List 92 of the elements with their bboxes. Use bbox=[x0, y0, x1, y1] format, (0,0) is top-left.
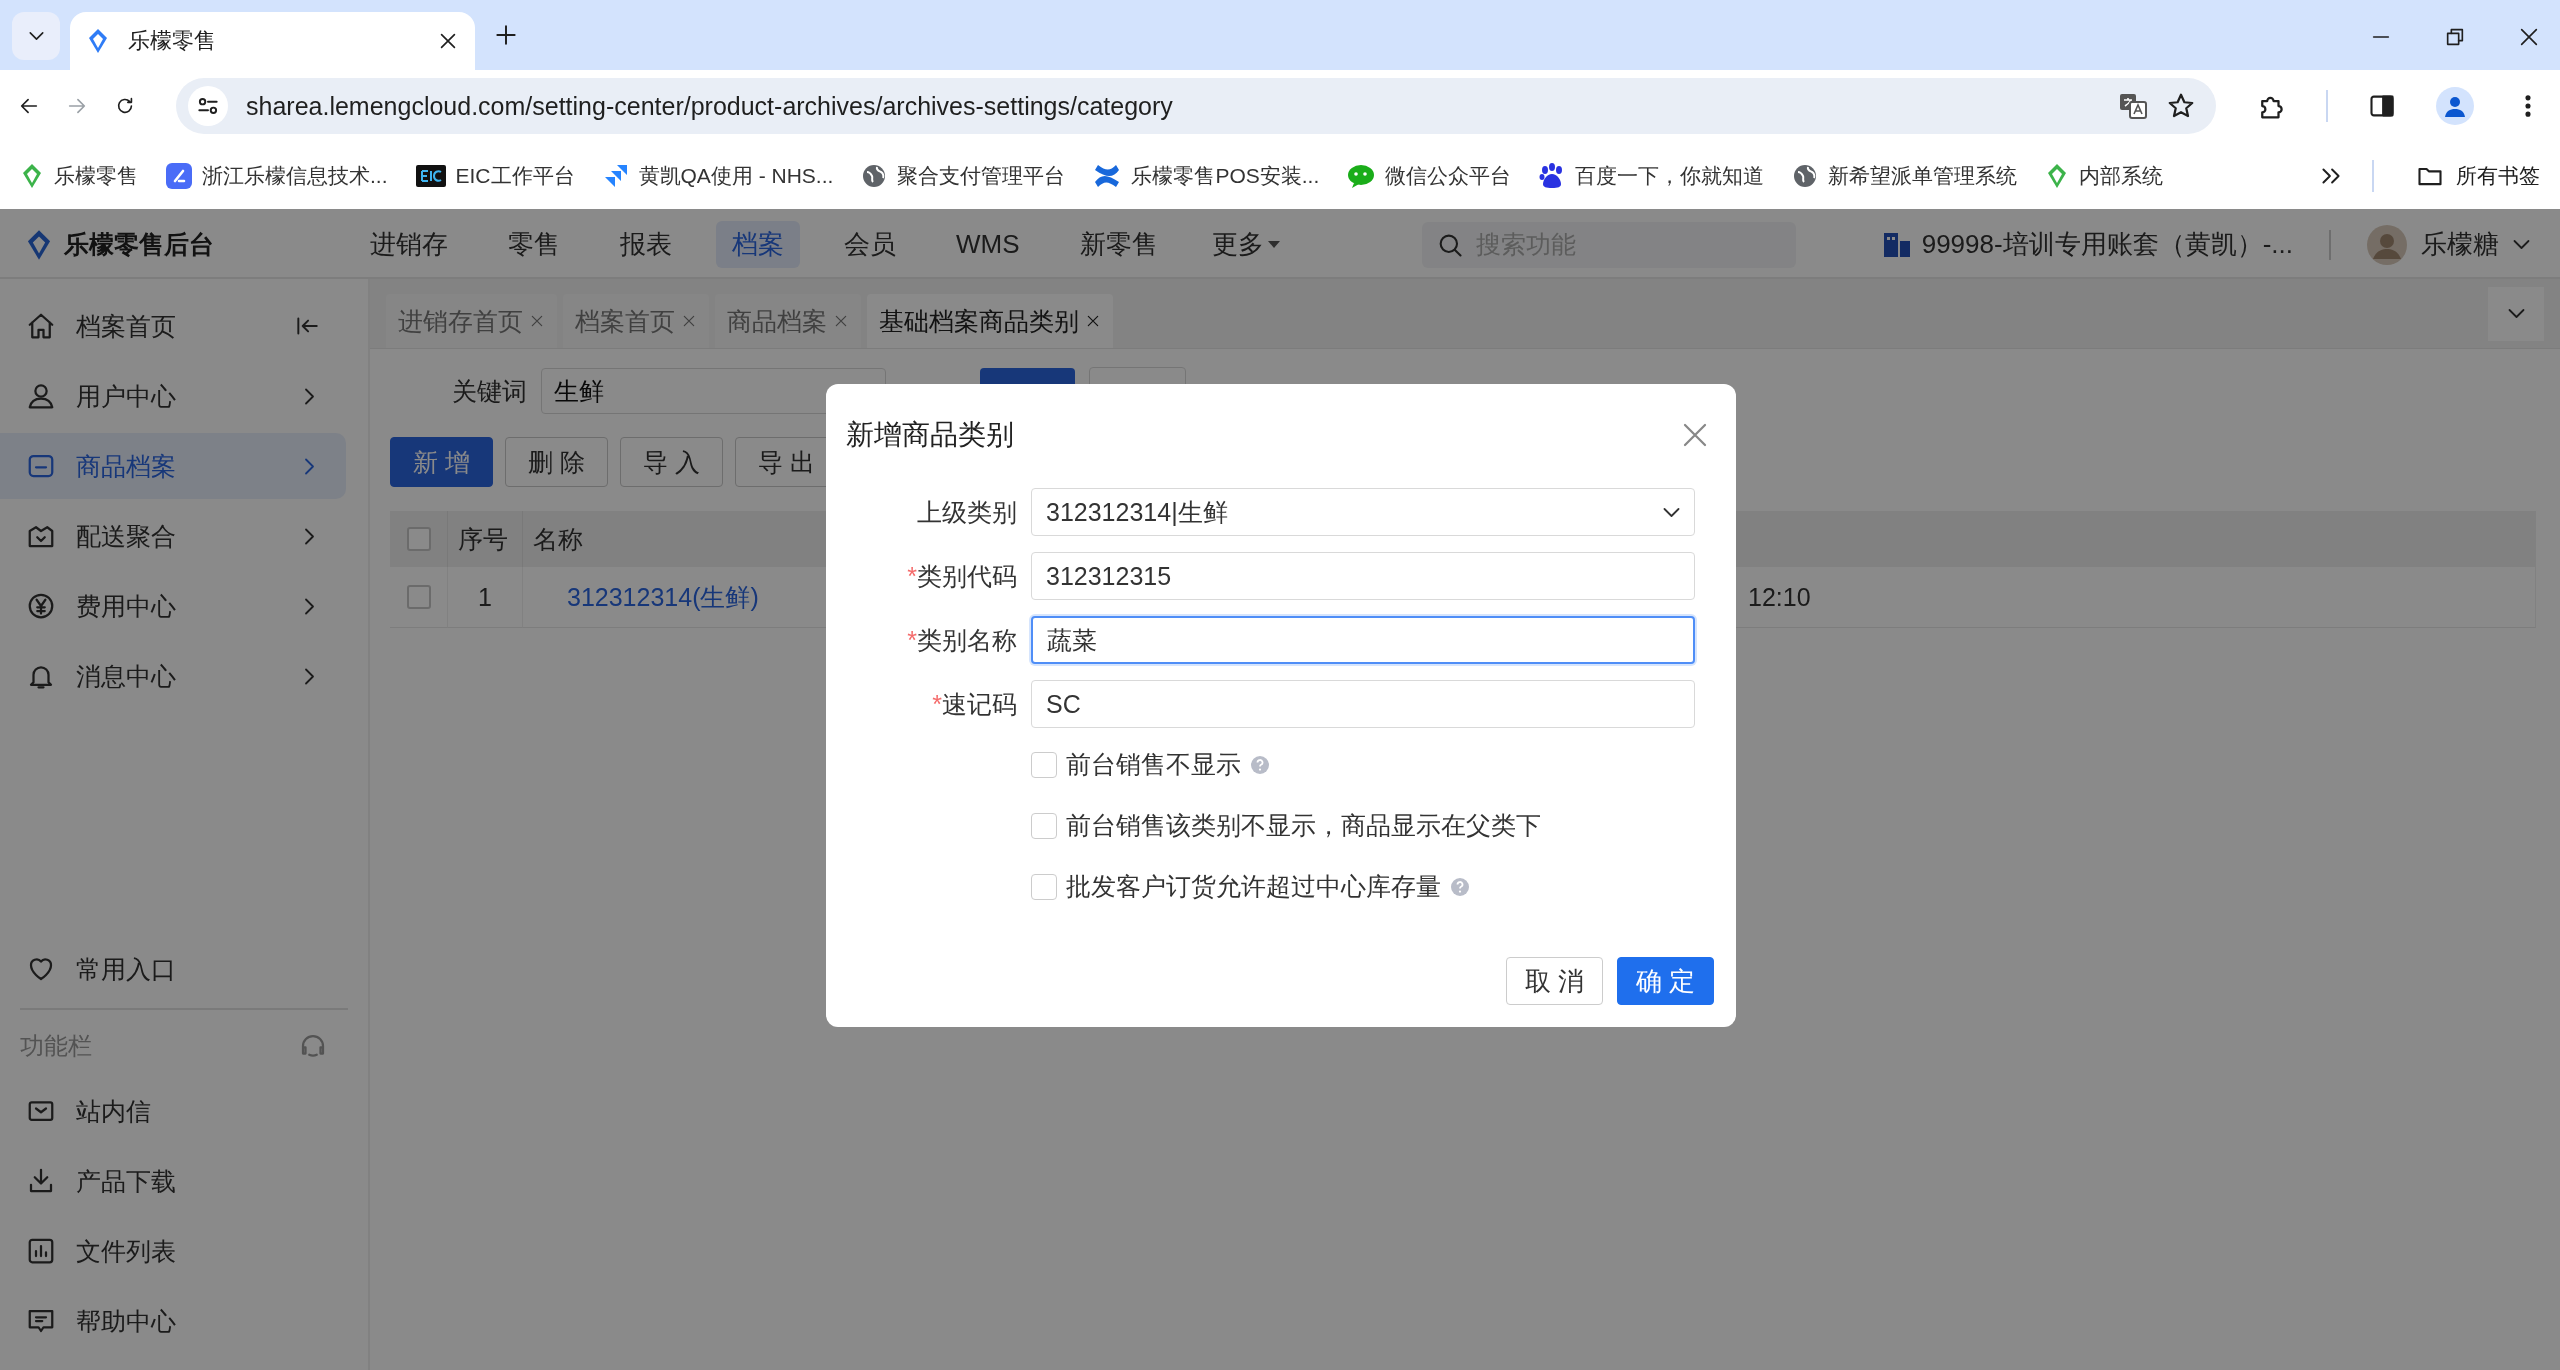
sidebar-item[interactable]: 帮助中心 bbox=[0, 1286, 368, 1356]
dialog-title: 新增商品类别 bbox=[846, 418, 1014, 452]
table-cell: 1 bbox=[448, 567, 523, 628]
nav-item[interactable]: 进销存 bbox=[354, 221, 464, 268]
sidebar-item[interactable]: 费用中心 bbox=[0, 573, 346, 639]
bookmark[interactable]: 微信公众平台 bbox=[1347, 161, 1512, 190]
confluence-icon bbox=[1093, 162, 1122, 189]
tab-title: 乐檬零售 bbox=[128, 27, 217, 55]
chevron-down-icon bbox=[2507, 309, 2525, 318]
input-field[interactable]: 312312315 bbox=[1031, 552, 1695, 600]
chevron-right-icon bbox=[305, 667, 314, 685]
bookmark[interactable]: 乐檬零售POS安装... bbox=[1093, 161, 1320, 190]
field-label: *速记码 bbox=[931, 688, 1018, 720]
restore-icon[interactable] bbox=[2444, 26, 2466, 48]
checkbox-label: 前台销售该类别不显示，商品显示在父类下 bbox=[1066, 810, 1541, 841]
nav-item[interactable]: 档案 bbox=[716, 221, 800, 268]
sidebar-item[interactable]: 消息中心 bbox=[0, 643, 346, 709]
name-link[interactable]: 312312314(生鲜) bbox=[567, 580, 759, 614]
bookmark[interactable]: 乐檬零售 bbox=[20, 161, 138, 190]
sidebar-item[interactable]: 常用入口 bbox=[0, 936, 368, 1002]
close-icon[interactable] bbox=[2518, 26, 2540, 48]
bar-chart-icon bbox=[26, 1236, 56, 1266]
all-bookmarks-button[interactable]: 所有书签 bbox=[2416, 161, 2540, 190]
checkbox[interactable] bbox=[406, 527, 431, 551]
sidebar-item[interactable]: 商品档案 bbox=[0, 433, 346, 499]
checkbox[interactable] bbox=[1031, 873, 1057, 900]
chevron-right-icon bbox=[305, 527, 314, 545]
caret-down-icon bbox=[1265, 239, 1282, 250]
chevron-right-icon bbox=[305, 387, 314, 405]
parent-category-select[interactable]: 312312314|生鲜 bbox=[1031, 488, 1695, 536]
confirm-button[interactable]: 确 定 bbox=[1616, 957, 1714, 1005]
action-button[interactable]: 删 除 bbox=[504, 437, 608, 487]
table-cell: 12:10 bbox=[1748, 582, 1811, 612]
globe-icon bbox=[1792, 162, 1819, 189]
home-icon bbox=[26, 311, 56, 341]
checkbox-label: 批发客户订货允许超过中心库存量 bbox=[1066, 871, 1441, 902]
chevron-right-icon bbox=[305, 597, 314, 615]
chevron-down-icon bbox=[1663, 507, 1680, 517]
checkbox[interactable] bbox=[406, 585, 431, 609]
building-icon bbox=[1881, 230, 1912, 259]
bookmark[interactable]: 内部系统 bbox=[2045, 161, 2164, 190]
bookmark[interactable]: 浙江乐檬信息技术... bbox=[166, 161, 388, 190]
checkbox[interactable] bbox=[1031, 812, 1057, 839]
input-field[interactable]: 蔬菜 bbox=[1031, 616, 1695, 664]
app-title: 乐檬零售后台 bbox=[64, 229, 214, 260]
chat-bubble-icon bbox=[1347, 162, 1376, 189]
nav-item[interactable]: 零售 bbox=[492, 221, 576, 268]
action-button[interactable]: 新 增 bbox=[390, 437, 493, 487]
more-menu[interactable]: 更多 bbox=[1201, 221, 1292, 268]
bookmark[interactable]: 百度一下，你就知道 bbox=[1539, 161, 1765, 190]
nav-item[interactable]: 新零售 bbox=[1063, 221, 1174, 268]
bookmark[interactable]: 聚合支付管理平台 bbox=[861, 161, 1066, 190]
chevron-right-icon bbox=[305, 457, 314, 475]
user-menu[interactable]: 乐檬糖 bbox=[2367, 224, 2530, 265]
logo-icon bbox=[86, 28, 110, 54]
field-label: 关键词 bbox=[452, 375, 527, 407]
checkbox-label: 前台销售不显示 bbox=[1066, 749, 1241, 780]
eic-icon bbox=[415, 164, 446, 187]
bookmark[interactable]: EIC工作平台 bbox=[415, 161, 575, 190]
field-label: *类别名称 bbox=[906, 624, 1018, 656]
chevron-down-icon bbox=[28, 32, 44, 40]
input-field[interactable]: SC bbox=[1031, 680, 1695, 728]
user-icon bbox=[26, 381, 56, 411]
leaf-icon bbox=[20, 162, 44, 189]
sidebar-item[interactable]: 用户中心 bbox=[0, 363, 346, 429]
nav-item[interactable]: WMS bbox=[940, 223, 1036, 266]
browser-tab[interactable]: 乐檬零售 bbox=[70, 12, 475, 70]
sidebar-item[interactable]: 站内信 bbox=[0, 1076, 368, 1146]
bookmark[interactable]: 黄凯QA使用 - NHS... bbox=[602, 161, 834, 190]
bookmark[interactable]: 新希望派单管理系统 bbox=[1792, 161, 2018, 190]
sidebar-item[interactable]: 档案首页 bbox=[0, 293, 346, 359]
page-tab[interactable]: 基础档案商品类别 bbox=[867, 294, 1113, 348]
url-text: sharea.lemengcloud.com/setting-center/product-archives/archives-settings/category bbox=[246, 91, 1174, 121]
sidebar-item[interactable]: 文件列表 bbox=[0, 1216, 368, 1286]
nav-item[interactable]: 会员 bbox=[828, 221, 912, 268]
column-header: 序号 bbox=[448, 511, 523, 567]
globe-icon bbox=[861, 162, 888, 189]
account-name: 99998-培训专用账套（黄凯）-... bbox=[1921, 228, 2293, 261]
yen-icon bbox=[26, 591, 56, 621]
person-icon bbox=[2443, 94, 2467, 118]
translate-icon[interactable] bbox=[2118, 91, 2148, 121]
nav-item[interactable]: 报表 bbox=[604, 221, 688, 268]
avatar bbox=[2367, 224, 2407, 265]
chevron-down-icon bbox=[2513, 240, 2530, 249]
sidebar-item[interactable]: 产品下载 bbox=[0, 1146, 368, 1216]
address-bar[interactable]: sharea.lemengcloud.com/setting-center/product-archives/archives-settings/category bbox=[176, 78, 2216, 134]
app-icon bbox=[166, 162, 192, 189]
profile-button[interactable] bbox=[2436, 87, 2474, 125]
sidebar-item[interactable]: 配送聚合 bbox=[0, 503, 346, 569]
action-button[interactable]: 导 入 bbox=[619, 437, 723, 487]
cancel-button[interactable]: 取 消 bbox=[1505, 957, 1603, 1005]
checkbox[interactable] bbox=[1031, 751, 1057, 778]
